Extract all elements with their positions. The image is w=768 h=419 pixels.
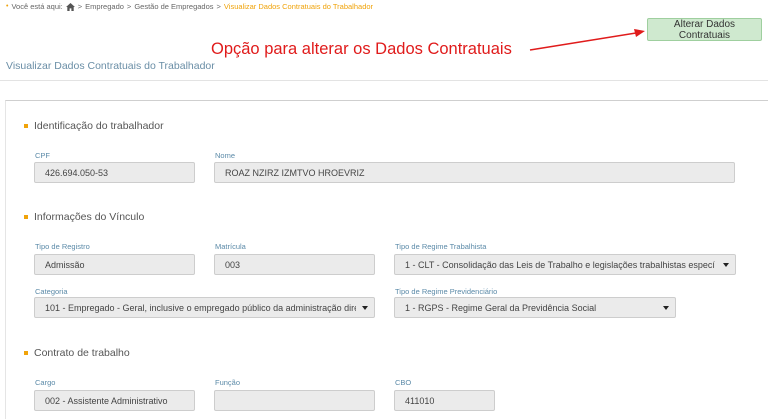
cpf-label: CPF [35,151,50,160]
funcao-label: Função [215,378,241,387]
nome-field[interactable]: ROAZ NZIRZ IZMTVO HROEVRIZ [214,162,735,183]
regime-trabalhista-select[interactable]: 1 - CLT - Consolidação das Leis de Traba… [394,254,736,275]
page-title: Visualizar Dados Contratuais do Trabalha… [6,60,215,72]
bullet-icon: • [6,3,9,10]
nome-label: Nome [215,151,236,160]
breadcrumb-separator: > [77,2,83,11]
home-icon[interactable] [65,2,75,11]
tipo-registro-label: Tipo de Registro [35,242,90,251]
regime-trabalhista-label: Tipo de Regime Trabalhista [395,242,487,251]
chevron-down-icon [362,306,368,310]
cargo-field[interactable]: 002 - Assistente Administrativo [34,390,195,411]
section-title-text: Contrato de trabalho [34,347,130,359]
tipo-registro-field[interactable]: Admissão [34,254,195,275]
categoria-label: Categoria [35,287,68,296]
chevron-down-icon [723,263,729,267]
section-bullet-icon [24,215,28,219]
section-title-text: Identificação do trabalhador [34,120,164,132]
breadcrumb-item-empregado[interactable]: Empregado [85,2,124,11]
section-vinculo-title: Informações do Vínculo [24,211,144,223]
breadcrumb: • Você está aqui: > Empregado > Gestão d… [6,2,373,11]
chevron-down-icon [663,306,669,310]
annotation-text: Opção para alterar os Dados Contratuais [211,40,512,58]
breadcrumb-item-gestao[interactable]: Gestão de Empregados [134,2,213,11]
cbo-label: CBO [395,378,412,387]
breadcrumb-prefix: Você está aqui: [11,2,63,11]
matricula-field[interactable]: 003 [214,254,375,275]
cpf-field[interactable]: 426.694.050-53 [34,162,195,183]
section-contrato-title: Contrato de trabalho [24,347,130,359]
matricula-label: Matrícula [215,242,246,251]
section-title-text: Informações do Vínculo [34,211,145,223]
regime-previdenciario-label: Tipo de Regime Previdenciário [395,287,498,296]
regime-trabalhista-value: 1 - CLT - Consolidação das Leis de Traba… [405,259,715,270]
breadcrumb-separator: > [126,2,132,11]
annotation-arrow-icon [529,29,645,51]
section-bullet-icon [24,351,28,355]
title-divider [0,80,768,81]
regime-previdenciario-select[interactable]: 1 - RGPS - Regime Geral da Previdência S… [394,297,676,318]
section-bullet-icon [24,124,28,128]
section-identificacao-title: Identificação do trabalhador [24,120,164,132]
breadcrumb-separator: > [216,2,221,11]
regime-previdenciario-value: 1 - RGPS - Regime Geral da Previdência S… [405,302,597,313]
alter-contract-data-button[interactable]: Alterar Dados Contratuais [647,18,762,41]
categoria-value: 101 - Empregado - Geral, inclusive o emp… [45,302,356,313]
cargo-label: Cargo [35,378,56,387]
categoria-select[interactable]: 101 - Empregado - Geral, inclusive o emp… [34,297,375,318]
funcao-field[interactable] [214,390,375,411]
breadcrumb-current: Visualizar Dados Contratuais do Trabalha… [223,2,374,11]
cbo-field[interactable]: 411010 [394,390,495,411]
